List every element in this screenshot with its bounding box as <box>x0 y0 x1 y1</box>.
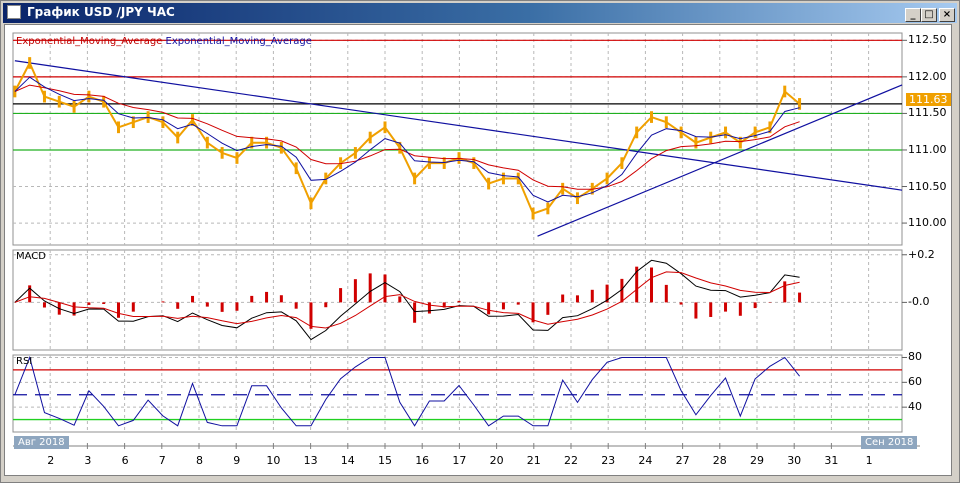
x-tick-label: 21 <box>526 454 541 467</box>
chart-canvas[interactable] <box>0 0 960 483</box>
panel-frame <box>12 32 903 246</box>
rsi-y-tick-label: 40 <box>908 400 922 414</box>
x-tick-label: 29 <box>750 454 764 467</box>
price-y-tick-label: 112.00 <box>908 69 947 83</box>
x-tick-label: 30 <box>787 454 802 467</box>
price-y-tick-label: 111.00 <box>908 142 947 156</box>
macd-y-tick-label: -0.0 <box>908 295 930 309</box>
current-price-badge: 111.63 <box>906 93 951 106</box>
x-tick-label: 6 <box>121 454 129 467</box>
legend-ema-fast: Exponential_Moving_Average <box>165 36 312 47</box>
x-tick-label: 22 <box>564 454 578 467</box>
panel-frame <box>12 354 903 433</box>
x-tick-label: 7 <box>158 454 166 467</box>
x-tick-label: 31 <box>824 454 839 467</box>
x-tick-label: 24 <box>638 454 653 467</box>
price-y-tick-label: 111.50 <box>908 106 947 120</box>
x-tick-label: 28 <box>712 454 727 467</box>
x-tick-label: 20 <box>489 454 504 467</box>
rsi-y-tick-label: 60 <box>908 375 922 389</box>
price-y-tick-label: 110.00 <box>908 216 947 230</box>
panel-frame <box>12 249 903 351</box>
legend: Exponential_Moving_Average Exponential_M… <box>16 36 312 47</box>
month-label-start: Авг 2018 <box>14 436 69 449</box>
x-tick-label: 13 <box>303 454 318 467</box>
price-y-tick-label: 112.50 <box>908 33 947 47</box>
x-tick-label: 27 <box>675 454 690 467</box>
x-tick-label: 15 <box>378 454 392 467</box>
macd-y-tick-label: +0.2 <box>908 247 935 261</box>
x-tick-label: 3 <box>84 454 92 467</box>
x-tick-label: 10 <box>266 454 281 467</box>
price-y-tick-label: 110.50 <box>908 179 947 193</box>
x-tick-label: 23 <box>601 454 616 467</box>
legend-ema-slow: Exponential_Moving_Average <box>16 36 163 47</box>
macd-label: MACD <box>16 251 46 262</box>
rsi-y-tick-label: 80 <box>908 350 922 364</box>
rsi-label: RSI <box>16 356 33 367</box>
x-tick-label: 2 <box>47 454 55 467</box>
x-tick-label: 17 <box>452 454 467 467</box>
x-tick-label: 14 <box>340 454 355 467</box>
x-tick-label: 16 <box>415 454 430 467</box>
x-tick-label: 1 <box>865 454 873 467</box>
x-tick-label: 9 <box>233 454 241 467</box>
x-tick-label: 8 <box>196 454 203 467</box>
month-label-end: Сен 2018 <box>861 436 918 449</box>
